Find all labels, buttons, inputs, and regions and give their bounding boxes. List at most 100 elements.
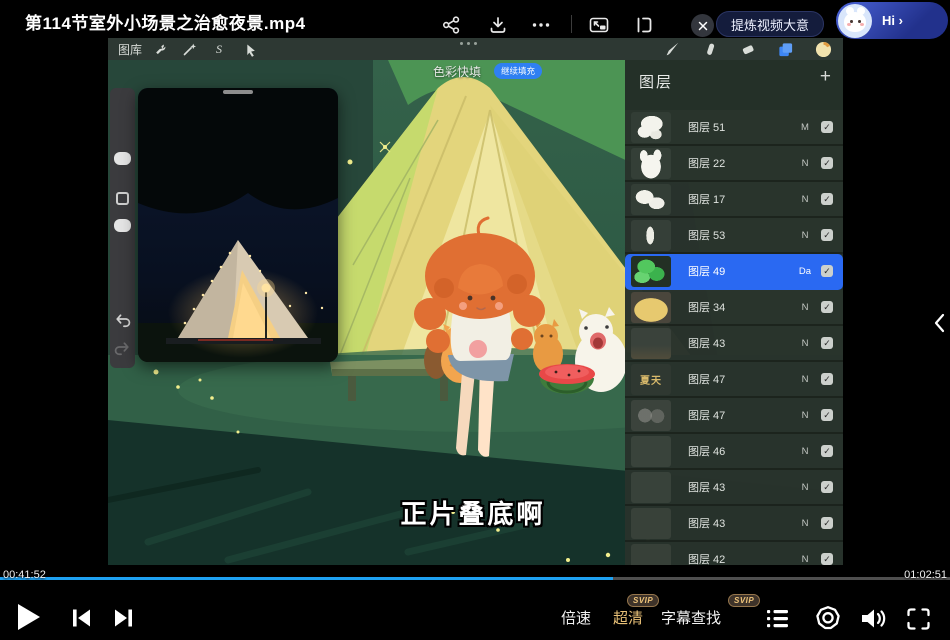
dock-window-icon[interactable] (633, 14, 655, 36)
settings-icon[interactable] (814, 604, 842, 632)
gallery-button[interactable]: 图库 (118, 38, 142, 60)
layers-panel-icon[interactable] (776, 40, 794, 58)
playlist-icon[interactable] (764, 606, 791, 631)
app-topbar: 第114节室外小场景之治愈夜景.mp4 (0, 0, 950, 40)
close-button[interactable] (691, 14, 714, 37)
next-button[interactable] (111, 607, 136, 629)
search-button[interactable]: 查找 (691, 607, 721, 628)
layer-name: 图层 47 (688, 371, 793, 387)
modify-button[interactable] (116, 192, 129, 205)
layer-visibility-checkbox[interactable] (821, 301, 833, 313)
layer-blend-mode[interactable]: Da (793, 266, 817, 277)
topbar-divider (571, 15, 572, 33)
transform-arrow-icon[interactable] (242, 40, 260, 58)
smudge-icon[interactable] (701, 40, 719, 58)
video-area[interactable]: 图库 S (108, 38, 843, 576)
share-icon[interactable] (440, 14, 462, 36)
actions-wrench-icon[interactable] (150, 40, 168, 58)
layer-visibility-checkbox[interactable] (821, 517, 833, 529)
layer-blend-mode[interactable]: N (793, 158, 817, 169)
redo-icon[interactable] (113, 338, 132, 362)
brush-icon[interactable] (663, 40, 681, 58)
reference-image[interactable] (138, 88, 338, 362)
layer-visibility-checkbox[interactable] (821, 445, 833, 457)
layer-row[interactable]: 图层 53 N (625, 218, 843, 254)
assistant-button[interactable]: Hi › (836, 2, 948, 39)
layer-row[interactable]: 图层 51 M (625, 110, 843, 146)
layer-row[interactable]: 图层 43 N (625, 326, 843, 362)
layer-blend-mode[interactable]: N (793, 554, 817, 565)
layer-blend-mode[interactable]: N (793, 518, 817, 529)
procreate-toolbar: 图库 S (108, 38, 843, 60)
layer-visibility-checkbox[interactable] (821, 409, 833, 421)
layer-visibility-checkbox[interactable] (821, 193, 833, 205)
add-layer-button[interactable]: + (820, 67, 831, 86)
more-icon[interactable] (530, 14, 552, 36)
screen: 第114节室外小场景之治愈夜景.mp4 (0, 0, 950, 640)
speed-button[interactable]: 倍速 (561, 607, 591, 628)
undo-icon[interactable] (113, 310, 132, 334)
layer-row[interactable]: 图层 22 N (625, 146, 843, 182)
layer-name: 图层 43 (688, 515, 793, 531)
layer-thumbnail (631, 436, 671, 467)
layer-blend-mode[interactable]: N (793, 374, 817, 385)
quality-button[interactable]: 超清 (613, 607, 643, 628)
layer-visibility-checkbox[interactable] (821, 229, 833, 241)
layer-visibility-checkbox[interactable] (821, 553, 833, 565)
layer-thumbnail-text: 夏天 (640, 372, 662, 387)
layer-blend-mode[interactable]: N (793, 230, 817, 241)
previous-button[interactable] (69, 607, 94, 629)
reference-drag-handle[interactable] (223, 90, 253, 94)
panel-collapse-chevron-icon[interactable] (933, 312, 945, 334)
video-title: 第114节室外小场景之治愈夜景.mp4 (25, 9, 306, 34)
layers-list: 图层 51 M 图层 22 N 图层 17 N (625, 110, 843, 576)
download-icon[interactable] (487, 14, 509, 36)
layer-visibility-checkbox[interactable] (821, 265, 833, 277)
captions-button[interactable]: 字幕 (661, 607, 691, 628)
layer-row[interactable]: 图层 17 N (625, 182, 843, 218)
selection-tool-icon[interactable]: S (210, 40, 228, 58)
layer-visibility-checkbox[interactable] (821, 481, 833, 493)
layer-blend-mode[interactable]: N (793, 194, 817, 205)
layer-blend-mode[interactable]: N (793, 410, 817, 421)
brush-size-slider[interactable] (114, 152, 131, 165)
layer-visibility-checkbox[interactable] (821, 373, 833, 385)
layer-visibility-checkbox[interactable] (821, 337, 833, 349)
layer-row[interactable]: 图层 43 N (625, 470, 843, 506)
layer-blend-mode[interactable]: N (793, 446, 817, 457)
layer-name: 图层 53 (688, 227, 793, 243)
quick-fill-toast: 色彩快填 继续填充 (433, 63, 542, 79)
progress-bar[interactable] (0, 577, 950, 580)
continue-fill-badge[interactable]: 继续填充 (494, 63, 542, 79)
current-time: 00:41:52 (3, 569, 46, 581)
layer-row[interactable]: 图层 47 N (625, 398, 843, 434)
layer-visibility-checkbox[interactable] (821, 157, 833, 169)
layer-blend-mode[interactable]: N (793, 338, 817, 349)
svip-badge-quality: SVIP (627, 594, 659, 607)
adjustments-wand-icon[interactable] (180, 40, 198, 58)
layer-row[interactable]: 图层 43 N (625, 506, 843, 542)
layers-panel: 图层 + 图层 51 M 图层 22 N 图层 17 (625, 60, 843, 576)
layer-name: 图层 22 (688, 155, 793, 171)
summarize-video-button[interactable]: 提炼视频大意 (716, 11, 824, 37)
layer-visibility-checkbox[interactable] (821, 121, 833, 133)
layer-row[interactable]: 图层 34 N (625, 290, 843, 326)
layer-blend-mode[interactable]: M (793, 122, 817, 133)
play-button[interactable] (13, 601, 43, 633)
layer-blend-mode[interactable]: N (793, 482, 817, 493)
color-swatch-icon[interactable] (814, 40, 832, 58)
layer-row-selected[interactable]: 图层 49 Da (625, 254, 843, 290)
opacity-slider[interactable] (114, 219, 131, 232)
layer-row[interactable]: 夏天 图层 47 N (625, 362, 843, 398)
layer-row[interactable]: 图层 46 N (625, 434, 843, 470)
eraser-icon[interactable] (739, 40, 757, 58)
volume-icon[interactable] (858, 605, 888, 632)
quick-fill-label: 色彩快填 (433, 63, 481, 80)
picture-in-picture-icon[interactable] (588, 14, 610, 36)
layer-name: 图层 34 (688, 299, 793, 315)
layer-thumbnail (631, 400, 671, 431)
fullscreen-icon[interactable] (905, 606, 932, 632)
layer-blend-mode[interactable]: N (793, 302, 817, 313)
duration-time: 01:02:51 (904, 569, 947, 581)
layer-thumbnail (631, 472, 671, 503)
